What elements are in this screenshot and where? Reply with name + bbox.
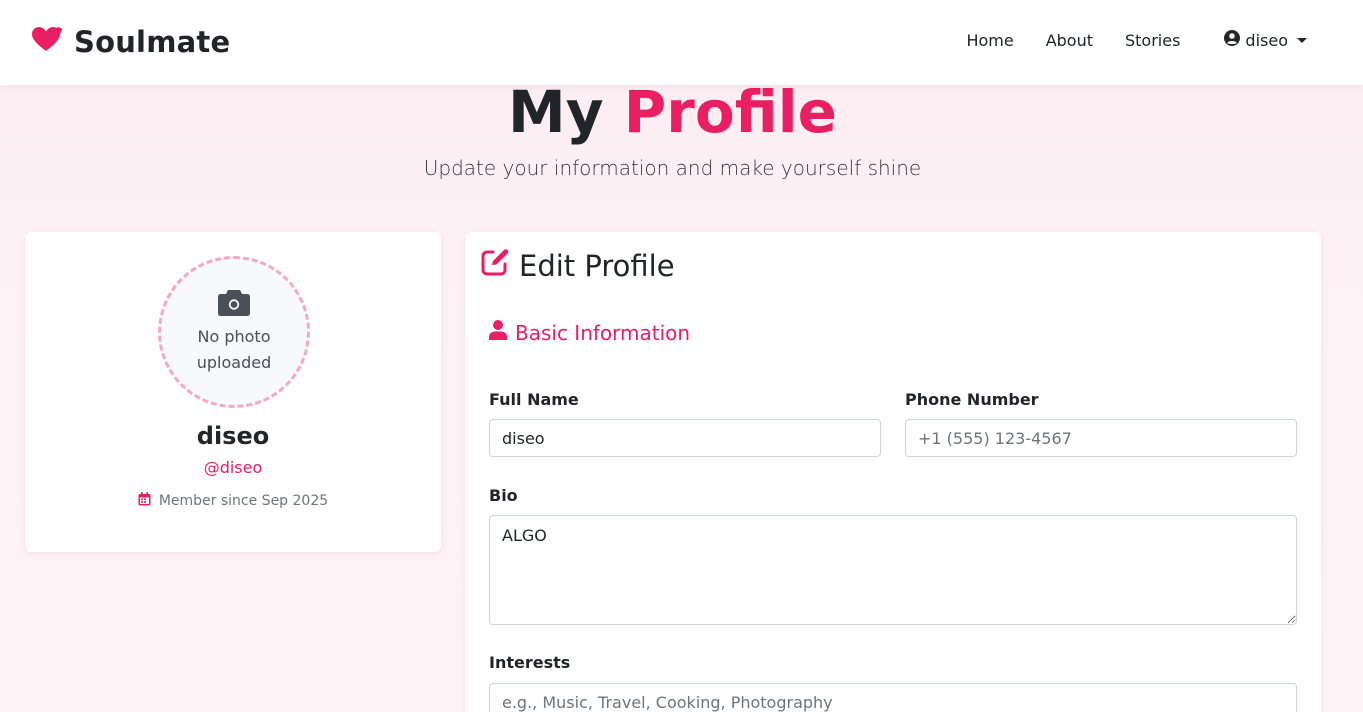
phone-number-input[interactable] — [905, 419, 1297, 457]
user-circle-icon — [1224, 30, 1241, 50]
edit-profile-card: Edit Profile Basic Information Full Name… — [465, 232, 1321, 712]
full-name-input[interactable] — [489, 419, 881, 457]
interests-label: Interests — [489, 653, 571, 672]
profile-summary-card: No photo uploaded diseo @diseo Member si… — [25, 232, 441, 552]
page-title: My Profile — [0, 78, 1345, 146]
brand-logo-link[interactable]: Soulmate — [32, 22, 230, 62]
member-since: Member since Sep 2025 — [25, 492, 441, 510]
profile-handle: @diseo — [203, 458, 263, 477]
user-menu-label: diseo — [1245, 30, 1288, 50]
page-title-accent: Profile — [623, 78, 837, 146]
heart-arrow-icon — [32, 27, 63, 57]
page-subtitle: Update your information and make yoursel… — [423, 156, 922, 180]
user-menu-dropdown[interactable]: diseo — [1224, 30, 1307, 50]
bio-label: Bio — [489, 486, 518, 505]
caret-down-icon — [1297, 37, 1307, 43]
edit-profile-title: Edit Profile — [519, 248, 675, 283]
phone-number-label: Phone Number — [905, 390, 1039, 409]
photo-upload-area[interactable]: No photo uploaded — [158, 256, 310, 408]
section-title-text: Basic Information — [515, 320, 691, 345]
user-icon — [489, 320, 507, 345]
nav-links: Home About Stories diseo — [966, 30, 1307, 50]
navbar: Soulmate Home About Stories diseo — [0, 0, 1363, 85]
no-photo-text: No photo uploaded — [196, 327, 272, 372]
profile-name: diseo — [196, 422, 270, 450]
page-title-plain: My — [508, 78, 604, 146]
member-since-text: Member since Sep 2025 — [158, 493, 329, 509]
full-name-label: Full Name — [489, 390, 579, 409]
nav-link-stories[interactable]: Stories — [1125, 31, 1180, 50]
section-basic-information: Basic Information — [489, 320, 690, 345]
bio-textarea[interactable]: ALGO — [489, 515, 1297, 625]
brand-name: Soulmate — [74, 25, 231, 59]
nav-link-home[interactable]: Home — [966, 31, 1013, 50]
edit-icon — [481, 248, 509, 283]
edit-profile-heading: Edit Profile — [481, 248, 675, 283]
interests-input[interactable] — [489, 683, 1297, 712]
nav-link-about[interactable]: About — [1046, 31, 1093, 50]
camera-icon — [217, 288, 251, 320]
calendar-icon — [138, 492, 151, 510]
